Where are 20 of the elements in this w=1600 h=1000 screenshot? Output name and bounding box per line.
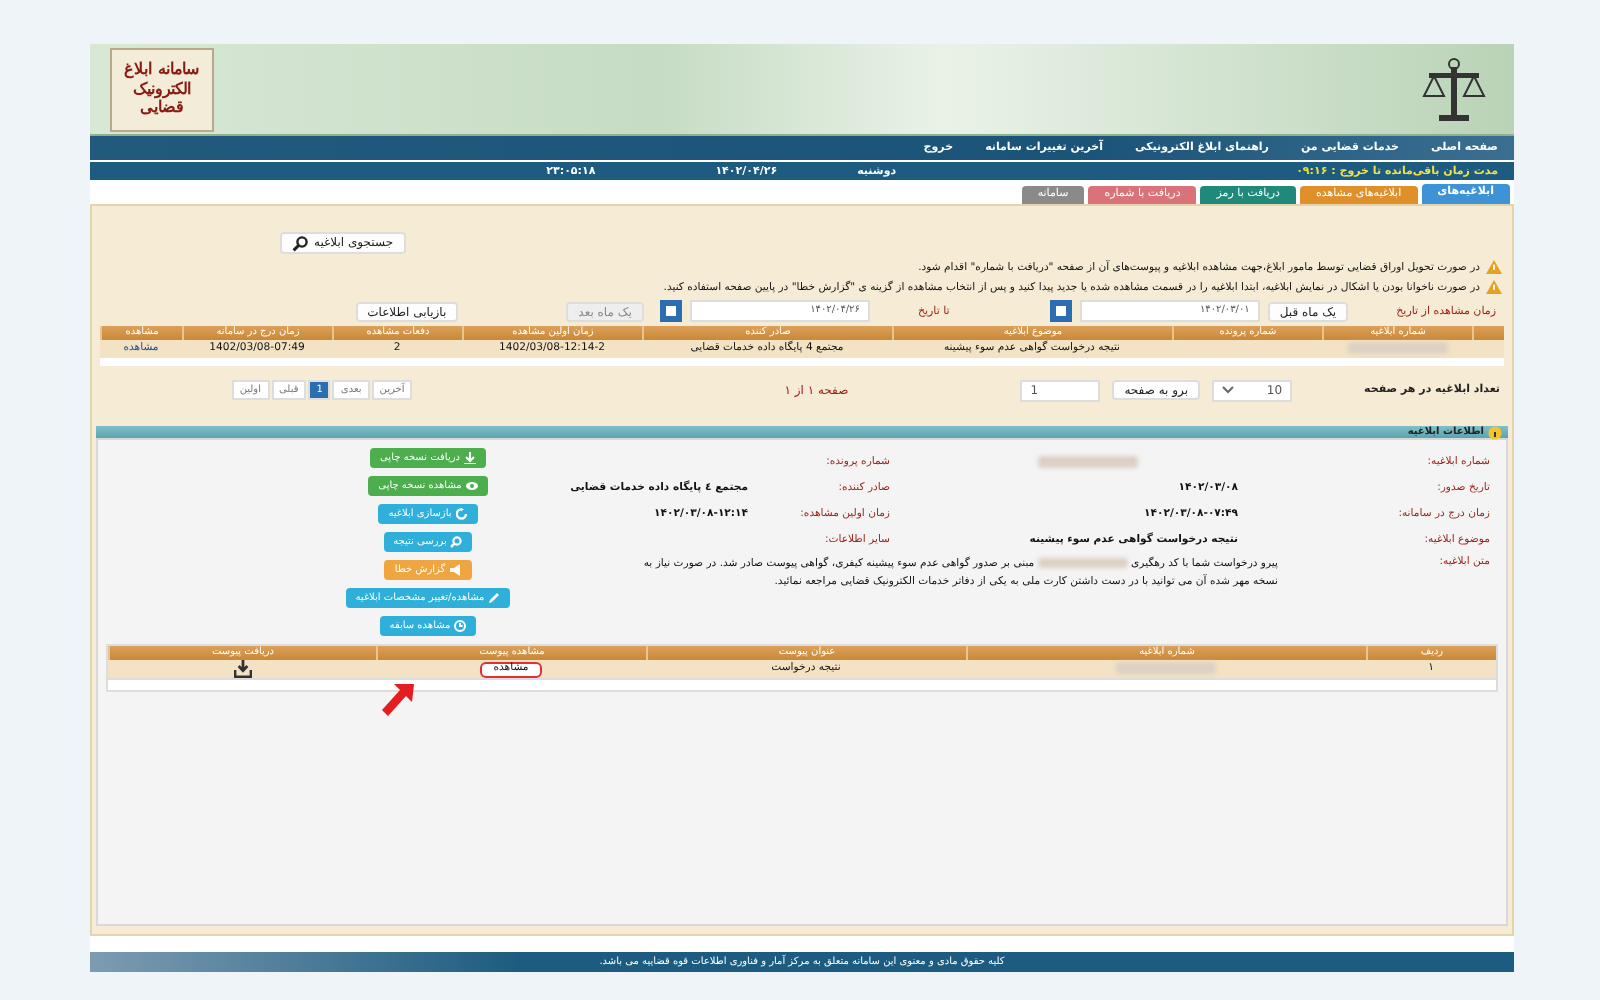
blurred-text bbox=[1116, 661, 1216, 674]
download-icon[interactable] bbox=[233, 660, 251, 678]
chevron-down-icon bbox=[1222, 386, 1235, 394]
calendar-icon bbox=[659, 300, 682, 322]
clock-icon bbox=[454, 620, 467, 632]
search-icon bbox=[450, 536, 463, 548]
calendar-icon bbox=[1049, 300, 1072, 322]
table-header-cell bbox=[1472, 326, 1504, 340]
pencil-icon bbox=[488, 592, 501, 604]
eye-icon bbox=[465, 480, 478, 492]
megaphone-icon bbox=[449, 564, 462, 576]
logo-text: سامانه ابلاغ الکترونیک قضایی bbox=[122, 60, 202, 118]
search-icon bbox=[292, 235, 308, 251]
download-icon bbox=[463, 452, 476, 464]
info-icon bbox=[1488, 425, 1502, 439]
refresh-icon bbox=[455, 508, 468, 520]
blurred-text bbox=[1347, 341, 1447, 354]
warning-icon bbox=[1486, 260, 1502, 274]
warning-icon bbox=[1486, 280, 1502, 294]
blurred-text bbox=[1038, 455, 1138, 467]
